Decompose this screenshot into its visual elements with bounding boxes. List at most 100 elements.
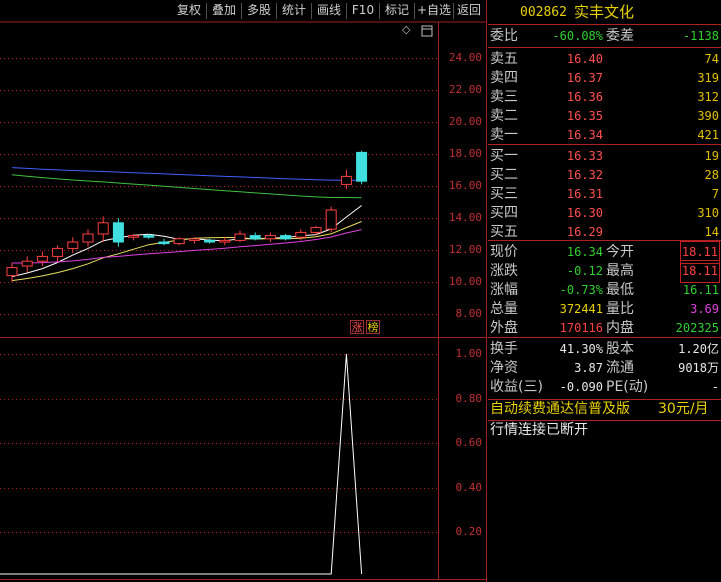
price-tick-label: 16.00	[448, 179, 482, 192]
renewal-ad[interactable]: 自动续费通达信普及版 30元/月	[488, 399, 721, 421]
stat-value: 3.69	[690, 302, 719, 316]
finance-label: 换手	[490, 341, 518, 357]
ask-level-volume: 74	[704, 52, 719, 66]
section-divider	[488, 337, 721, 338]
stat-row: 总量 372441 量比 3.69	[488, 299, 721, 320]
ma120-line	[11, 167, 362, 181]
indicator-tick-label: 0.80	[455, 391, 483, 405]
bid-level-price: 16.31	[566, 187, 603, 201]
ask-level-label: 卖一	[490, 127, 518, 143]
candle-body	[112, 222, 124, 243]
finance-value: -0.090	[559, 380, 603, 394]
candle-body	[82, 233, 94, 243]
finance-label: PE(动)	[606, 379, 649, 395]
candle-body	[143, 235, 155, 238]
weicha-value: -1138	[682, 29, 719, 43]
indicator-series-line	[0, 353, 363, 575]
indicator-line	[0, 353, 363, 575]
stat-row: 涨跌 -0.12 最高 18.11	[488, 260, 721, 283]
header-divider	[488, 24, 721, 25]
stat-label: 量比	[606, 301, 634, 317]
stat-label: 涨跌	[490, 263, 518, 279]
ask-level-price: 16.40	[566, 52, 603, 66]
ask-level-row[interactable]: 卖五 16.40 74	[488, 49, 721, 70]
stat-value: 170116	[559, 321, 603, 335]
ma20-line	[12, 229, 362, 264]
grid-lines	[0, 58, 438, 533]
weicha-label: 委差	[606, 28, 634, 44]
stat-value: 18.11	[679, 241, 721, 264]
ranking-tag[interactable]: 榜	[366, 320, 380, 334]
bid-level-label: 买二	[490, 167, 518, 183]
ma5-line	[11, 205, 362, 278]
stat-label: 总量	[490, 301, 518, 317]
ask-level-label: 卖四	[490, 70, 518, 86]
finance-row: 收益(三) -0.090 PE(动) -	[488, 377, 721, 398]
stat-value: 18.11	[679, 260, 721, 283]
price-tick-label: 22.00	[448, 83, 482, 96]
finance-value: 41.30%	[559, 342, 603, 356]
candle-body	[280, 235, 292, 240]
bid-level-volume: 19	[704, 149, 719, 163]
stat-value: 16.11	[682, 283, 719, 297]
finance-label: 流通	[606, 360, 634, 376]
finance-value: 1.20亿	[678, 342, 719, 356]
ask-level-label: 卖五	[490, 51, 518, 67]
limit-up-tag[interactable]: 涨	[350, 320, 364, 334]
ask-level-row[interactable]: 卖二 16.35 390	[488, 106, 721, 127]
candle-body	[356, 151, 368, 182]
ask-level-row[interactable]: 卖一 16.34 421	[488, 125, 721, 146]
finance-row: 净资 3.87 流通 9018万	[488, 358, 721, 379]
candle-body	[188, 238, 200, 241]
indicator-tick-label: 0.40	[455, 480, 483, 494]
stat-value: -0.73%	[559, 283, 603, 297]
ask-level-volume: 312	[697, 90, 719, 104]
moving-average-lines	[11, 167, 362, 282]
stat-label: 今开	[606, 244, 634, 260]
finance-value: -	[711, 380, 719, 394]
stat-label: 最高	[606, 263, 634, 279]
indicator-tick-label: 0.20	[455, 525, 483, 538]
bid-level-price: 16.32	[566, 168, 603, 182]
kline-chart[interactable]	[0, 0, 488, 582]
weibi-label: 委比	[490, 28, 518, 44]
renewal-ad-text[interactable]: 自动续费通达信普及版	[490, 399, 630, 420]
bid-level-label: 买四	[490, 205, 518, 221]
ask-level-volume: 421	[697, 128, 719, 142]
bid-level-row[interactable]: 买二 16.32 28	[488, 165, 721, 186]
stock-header: 002862 实丰文化	[488, 2, 721, 24]
candle-body	[249, 235, 261, 240]
diamond-icon[interactable]: ◇	[402, 23, 410, 36]
stat-label: 外盘	[490, 320, 518, 336]
bid-level-row[interactable]: 买三 16.31 7	[488, 184, 721, 205]
price-tick-label: 24.00	[448, 51, 482, 64]
finance-label: 净资	[490, 360, 518, 376]
ask-level-price: 16.35	[566, 109, 603, 123]
ask-level-price: 16.34	[566, 128, 603, 142]
bid-level-volume: 7	[711, 187, 719, 201]
candle-body	[67, 241, 79, 249]
price-tick-label: 8.00	[455, 307, 483, 320]
candle-body	[219, 239, 231, 243]
ask-level-row[interactable]: 卖三 16.36 312	[488, 87, 721, 108]
candle-body	[97, 222, 109, 235]
finance-value: 9018万	[678, 361, 719, 375]
ask-level-row[interactable]: 卖四 16.37 319	[488, 68, 721, 89]
stat-label: 最低	[606, 282, 634, 298]
connection-status: 行情连接已断开	[488, 420, 721, 441]
price-tick-label: 20.00	[448, 115, 482, 128]
stock-code: 002862	[520, 5, 567, 20]
ask-level-volume: 390	[697, 109, 719, 123]
weibi-value: -60.08%	[552, 29, 603, 43]
renewal-ad-price[interactable]: 30元/月	[658, 399, 709, 420]
stat-label: 内盘	[606, 320, 634, 336]
indicator-tick-label: 1.00	[455, 347, 483, 360]
ask-level-volume: 319	[697, 71, 719, 85]
bid-level-row[interactable]: 买四 16.30 310	[488, 203, 721, 224]
candle-body	[204, 239, 216, 243]
section-divider	[488, 240, 721, 241]
bid-level-row[interactable]: 买一 16.33 19	[488, 146, 721, 167]
stat-row: 现价 16.34 今开 18.11	[488, 241, 721, 264]
candle-body	[128, 235, 140, 238]
candle-body	[325, 209, 337, 230]
